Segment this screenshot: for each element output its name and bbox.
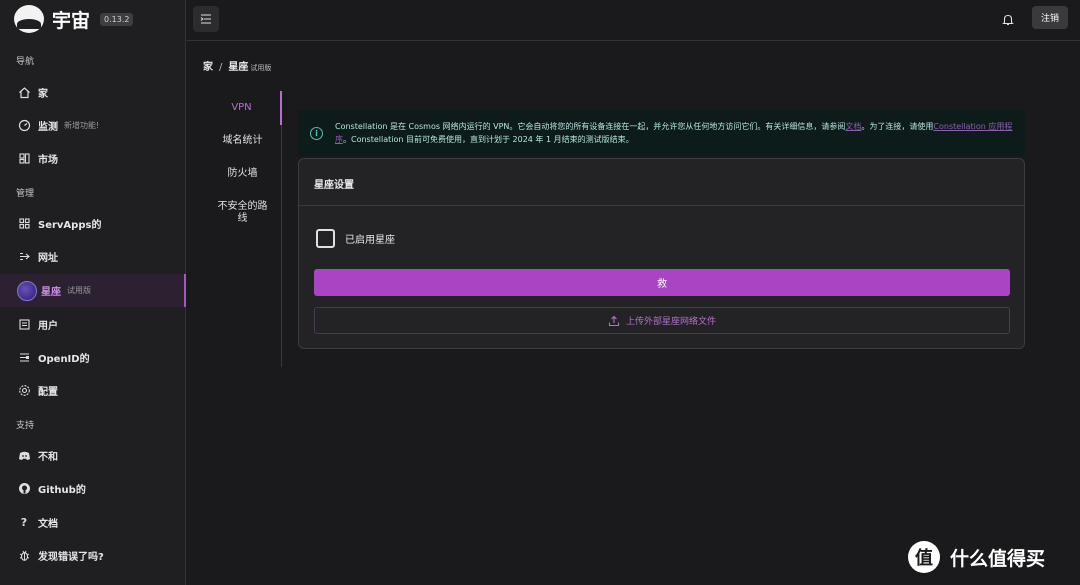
breadcrumb-home[interactable]: 家 <box>203 58 213 73</box>
market-icon <box>17 152 31 166</box>
section-title-support: 支持 <box>16 421 35 431</box>
upload-network-file-button[interactable]: 上传外部星座网络文件 <box>314 307 1010 334</box>
info-icon: i <box>310 127 323 140</box>
info-alert: i Constellation 是在 Cosmos 网络内运行的 VPN。它会自… <box>298 110 1025 156</box>
sidebar-item-label: 文档 <box>38 519 58 530</box>
watermark: 值 什么值得买 <box>908 541 1045 573</box>
docs-link[interactable]: 文档 <box>845 122 861 131</box>
alert-text-part: 。Constellation 目前可免费使用，直到计划于 2024 年 1 月结… <box>343 135 634 144</box>
sidebar: 宇宙 0.13.2 导航 家 监测 新增功能! 市场 管理 ServApps的 … <box>0 0 186 585</box>
sidebar-item-servapps[interactable]: ServApps的 <box>0 207 186 240</box>
watermark-logo: 值 <box>908 541 940 573</box>
sidebar-item-constellation[interactable]: 星座 试用版 <box>0 274 186 307</box>
sidebar-item-discord[interactable]: 不和 <box>0 439 186 472</box>
gear-icon <box>17 384 31 398</box>
topbar: 注销 <box>187 0 1080 41</box>
constellation-settings-card: 星座设置 已启用星座 救 上传外部星座网络文件 <box>298 158 1025 349</box>
sidebar-item-label: 监测 <box>38 122 58 133</box>
upload-label: 上传外部星座网络文件 <box>625 317 716 327</box>
users-icon <box>17 318 31 332</box>
sidebar-item-label: 不和 <box>38 452 58 463</box>
menu-toggle-button[interactable] <box>193 6 219 32</box>
bug-icon <box>17 549 31 563</box>
watermark-text: 什么值得买 <box>950 547 1046 570</box>
version-badge: 0.13.2 <box>100 12 134 26</box>
alert-text: Constellation 是在 Cosmos 网络内运行的 VPN。它会自动将… <box>335 120 1015 146</box>
sidebar-item-label: 发现错误了吗? <box>38 552 104 563</box>
card-title: 星座设置 <box>314 180 354 191</box>
tab-firewall[interactable]: 防火墙 <box>203 168 282 180</box>
github-icon <box>17 482 31 496</box>
sidebar-item-github[interactable]: Github的 <box>0 472 186 505</box>
enable-constellation-row: 已启用星座 <box>316 229 395 248</box>
upload-icon <box>608 315 620 327</box>
question-icon: ? <box>20 516 28 529</box>
dashboard-icon <box>17 119 31 133</box>
brand[interactable]: 宇宙 0.13.2 <box>14 5 134 33</box>
divider <box>299 205 1024 206</box>
sidebar-item-label: 家 <box>38 89 48 100</box>
tab-unsafe-routes[interactable]: 不安全的路线 <box>203 201 282 225</box>
tab-domain-stats[interactable]: 域名统计 <box>203 135 282 147</box>
beta-tag: 试用版 <box>67 286 91 295</box>
sidebar-item-openid[interactable]: OpenID的 <box>0 341 186 374</box>
checkbox-label: 已启用星座 <box>345 235 395 246</box>
new-feature-tag: 新增功能! <box>64 121 100 130</box>
sidebar-item-monitoring[interactable]: 监测 新增功能! <box>0 109 186 142</box>
bell-icon <box>1002 13 1014 26</box>
sidebar-item-home[interactable]: 家 <box>0 76 186 109</box>
alert-text-part: Constellation 是在 Cosmos 网络内运行的 VPN。它会自动将… <box>335 122 846 131</box>
sidebar-item-label: 市场 <box>38 155 58 166</box>
tab-list: VPN 域名统计 防火墙 不安全的路线 <box>203 91 282 367</box>
sidebar-item-config[interactable]: 配置 <box>0 374 186 407</box>
logout-button[interactable]: 注销 <box>1032 6 1068 29</box>
apps-icon <box>17 217 31 231</box>
home-icon <box>17 86 31 100</box>
constellation-icon <box>17 280 37 301</box>
sidebar-item-label: 用户 <box>38 321 58 332</box>
brand-logo <box>14 5 44 33</box>
sidebar-item-label: ServApps的 <box>38 220 102 231</box>
sidebar-item-label: 星座 <box>41 287 61 298</box>
brand-name: 宇宙 <box>52 9 91 32</box>
sidebar-item-label: 配置 <box>38 387 58 398</box>
tab-vpn[interactable]: VPN <box>203 91 282 125</box>
enable-constellation-checkbox[interactable] <box>316 229 335 248</box>
sidebar-item-users[interactable]: 用户 <box>0 308 186 341</box>
breadcrumb-beta-tag: 试用版 <box>250 64 272 72</box>
discord-icon <box>17 449 31 463</box>
sidebar-item-urls[interactable]: 网址 <box>0 240 186 273</box>
menu-collapse-icon <box>200 14 212 24</box>
breadcrumb: 家 / 星座 试用版 <box>203 58 271 73</box>
openid-icon <box>17 351 31 365</box>
breadcrumb-current: 星座 <box>228 62 249 73</box>
alert-text-part: 。为了连接，请使用 <box>861 122 934 131</box>
notifications-button[interactable] <box>1000 11 1016 27</box>
sidebar-item-label: 网址 <box>38 253 58 264</box>
section-title-management: 管理 <box>16 189 35 199</box>
sidebar-item-docs[interactable]: ? 文档 <box>0 506 186 539</box>
sidebar-item-bug-report[interactable]: 发现错误了吗? <box>0 539 186 572</box>
save-button[interactable]: 救 <box>314 269 1010 296</box>
breadcrumb-separator: / <box>219 62 223 73</box>
sidebar-item-label: Github的 <box>38 485 86 496</box>
url-icon <box>17 250 31 264</box>
sidebar-item-label: OpenID的 <box>38 354 90 365</box>
sidebar-item-market[interactable]: 市场 <box>0 142 186 175</box>
section-title-navigation: 导航 <box>16 57 35 67</box>
